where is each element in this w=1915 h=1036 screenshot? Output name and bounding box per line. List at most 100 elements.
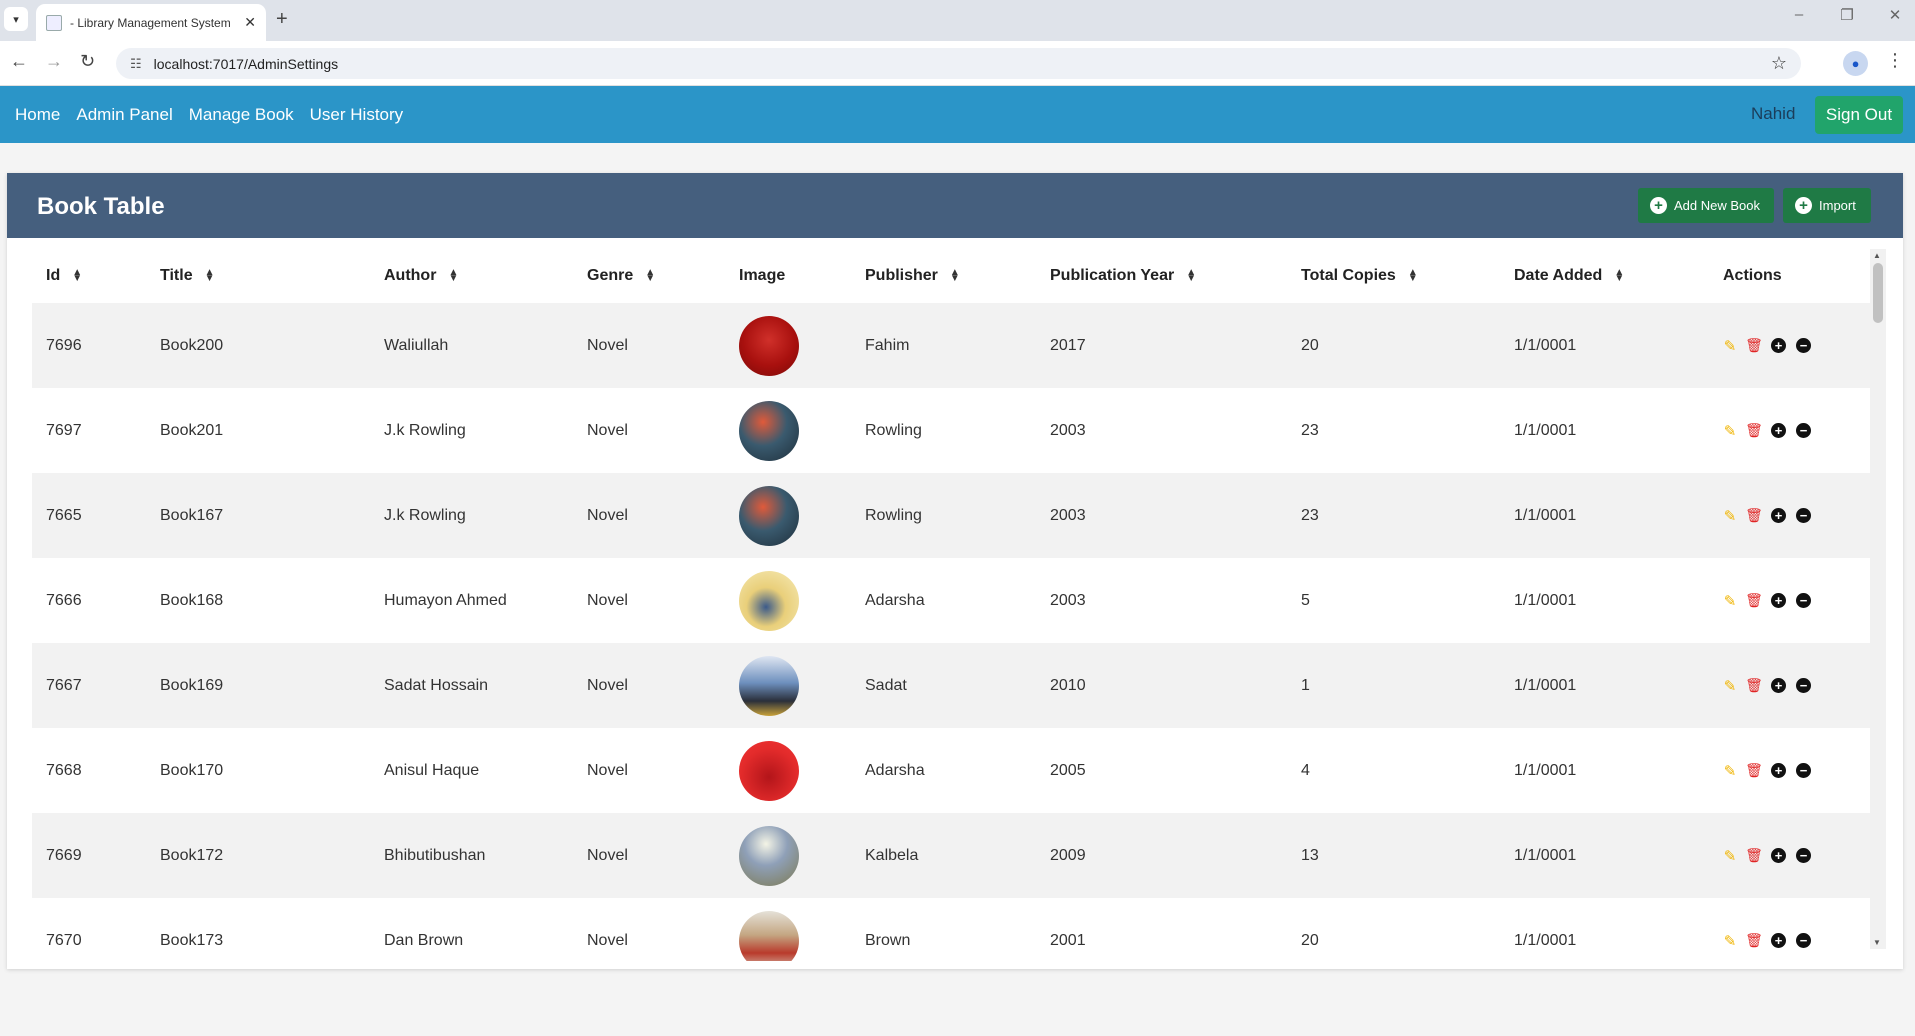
col-header-id[interactable]: Id ▲ ▼ — [32, 249, 146, 303]
delete-icon[interactable]: 🗑 — [1745, 337, 1763, 353]
edit-icon[interactable]: ✎ — [1723, 933, 1737, 950]
add-copy-icon[interactable]: + — [1771, 848, 1786, 863]
remove-copy-icon[interactable]: − — [1796, 338, 1811, 353]
cell-actions: ✎ 🗑 + − — [1709, 473, 1870, 558]
back-icon[interactable]: ← — [10, 51, 28, 72]
sort-icon[interactable]: ▲ ▼ — [1614, 267, 1624, 283]
nav-admin-panel[interactable]: Admin Panel — [76, 105, 172, 125]
cell-image — [725, 728, 851, 813]
add-copy-icon[interactable]: + — [1771, 338, 1786, 353]
edit-icon[interactable]: ✎ — [1723, 508, 1737, 525]
cell-year: 2009 — [1036, 813, 1287, 898]
site-settings-icon[interactable]: ☷ — [130, 56, 142, 72]
page-favicon-icon — [46, 14, 62, 31]
sort-icon[interactable]: ▲ ▼ — [72, 267, 82, 283]
nav-manage-book[interactable]: Manage Book — [189, 105, 294, 125]
cell-id: 7670 — [46, 931, 82, 949]
cell-id: 7696 — [32, 303, 146, 388]
remove-copy-icon[interactable]: − — [1796, 763, 1811, 778]
col-header-publisher[interactable]: Publisher ▲ ▼ — [851, 249, 1036, 303]
cell-actions: ✎ 🗑 + − — [1709, 728, 1870, 813]
delete-icon[interactable]: 🗑 — [1745, 677, 1763, 693]
delete-icon[interactable]: 🗑 — [1745, 932, 1763, 948]
cell-author: J.k Rowling — [384, 421, 466, 439]
browser-menu-icon[interactable]: ⋮ — [1886, 50, 1904, 71]
vertical-scrollbar[interactable]: ▲ ▼ — [1870, 249, 1886, 949]
scrollbar-thumb[interactable] — [1873, 263, 1883, 323]
minimize-button[interactable]: – — [1789, 6, 1809, 24]
browser-tab[interactable]: - Library Management System ✕ — [36, 4, 266, 41]
col-header-total-copies[interactable]: Total Copies ▲ ▼ — [1287, 249, 1500, 303]
remove-copy-icon[interactable]: − — [1796, 933, 1811, 948]
import-label: Import — [1819, 198, 1856, 213]
add-copy-icon[interactable]: + — [1771, 593, 1786, 608]
reload-icon[interactable]: ↻ — [80, 51, 95, 72]
sort-icon[interactable]: ▲ ▼ — [448, 267, 458, 283]
remove-copy-icon[interactable]: − — [1796, 678, 1811, 693]
sign-out-button[interactable]: Sign Out — [1815, 96, 1903, 134]
delete-icon[interactable]: 🗑 — [1745, 847, 1763, 863]
nav-user-history[interactable]: User History — [310, 105, 404, 125]
add-copy-icon[interactable]: + — [1771, 763, 1786, 778]
tab-search-icon[interactable]: ▾ — [4, 7, 28, 31]
add-copy-icon[interactable]: + — [1771, 423, 1786, 438]
scroll-down-icon[interactable]: ▼ — [1873, 938, 1881, 947]
col-header-genre[interactable]: Genre ▲ ▼ — [573, 249, 725, 303]
sort-icon[interactable]: ▲ ▼ — [1186, 267, 1196, 283]
edit-icon[interactable]: ✎ — [1723, 338, 1737, 355]
url-text[interactable]: localhost:7017/AdminSettings — [154, 56, 1771, 72]
edit-icon[interactable]: ✎ — [1723, 848, 1737, 865]
remove-copy-icon[interactable]: − — [1796, 593, 1811, 608]
cell-year: 2005 — [1050, 761, 1086, 779]
book-table-container: Id ▲ ▼ Title ▲ ▼ Author ▲ ▼ Genre ▲ ▼ Image Publ… — [32, 249, 1870, 961]
scroll-up-icon[interactable]: ▲ — [1873, 251, 1881, 260]
book-cover-image — [739, 315, 799, 376]
nav-home[interactable]: Home — [15, 105, 60, 125]
add-copy-icon[interactable]: + — [1771, 678, 1786, 693]
table-row: 7667 Book169 Sadat Hossain Novel Sadat 2010 1 1… — [32, 643, 1870, 728]
remove-copy-icon[interactable]: − — [1796, 423, 1811, 438]
import-button[interactable]: + Import — [1783, 188, 1871, 223]
delete-icon[interactable]: 🗑 — [1745, 592, 1763, 608]
sort-icon[interactable]: ▲ ▼ — [1408, 267, 1418, 283]
bookmark-star-icon[interactable]: ☆ — [1771, 53, 1787, 74]
table-row: 7670 Book173 Dan Brown Novel Brown 2001 20 1/1/… — [32, 898, 1870, 961]
add-new-book-button[interactable]: + Add New Book — [1638, 188, 1774, 223]
add-copy-icon[interactable]: + — [1771, 508, 1786, 523]
profile-icon[interactable]: ● — [1843, 51, 1868, 76]
tab-close-icon[interactable]: ✕ — [244, 14, 256, 31]
col-header-author[interactable]: Author ▲ ▼ — [370, 249, 573, 303]
book-cover-image — [739, 740, 799, 801]
delete-icon[interactable]: 🗑 — [1745, 422, 1763, 438]
restore-button[interactable]: ❐ — [1837, 6, 1857, 24]
cell-actions: ✎ 🗑 + − — [1709, 643, 1870, 728]
cell-date: 1/1/0001 — [1500, 303, 1709, 388]
edit-icon[interactable]: ✎ — [1723, 593, 1737, 610]
remove-copy-icon[interactable]: − — [1796, 848, 1811, 863]
table-row: 7665 Book167 J.k Rowling Novel Rowling 2003 23… — [32, 473, 1870, 558]
col-header-publication-year[interactable]: Publication Year ▲ ▼ — [1036, 249, 1287, 303]
edit-icon[interactable]: ✎ — [1723, 423, 1737, 440]
close-window-button[interactable]: ✕ — [1885, 6, 1905, 24]
edit-icon[interactable]: ✎ — [1723, 678, 1737, 695]
delete-icon[interactable]: 🗑 — [1745, 507, 1763, 523]
remove-copy-icon[interactable]: − — [1796, 508, 1811, 523]
cell-image — [725, 473, 851, 558]
cell-author: J.k Rowling — [370, 473, 573, 558]
sort-icon[interactable]: ▲ ▼ — [205, 267, 215, 283]
sort-icon[interactable]: ▲ ▼ — [645, 267, 655, 283]
col-header-title[interactable]: Title ▲ ▼ — [146, 249, 370, 303]
table-row: 7697 Book201 J.k Rowling Novel Rowling 2003 23… — [32, 388, 1870, 473]
cell-date: 1/1/0001 — [1514, 761, 1577, 779]
sort-icon[interactable]: ▲ ▼ — [950, 267, 960, 283]
delete-icon[interactable]: 🗑 — [1745, 762, 1763, 778]
new-tab-button[interactable]: + — [276, 8, 288, 31]
cell-image — [725, 303, 851, 388]
col-header-date-added[interactable]: Date Added ▲ ▼ — [1500, 249, 1709, 303]
add-copy-icon[interactable]: + — [1771, 933, 1786, 948]
forward-icon[interactable]: → — [45, 51, 63, 72]
cell-copies: 20 — [1287, 303, 1500, 388]
edit-icon[interactable]: ✎ — [1723, 763, 1737, 780]
address-bar[interactable]: ☷ localhost:7017/AdminSettings ☆ — [116, 48, 1801, 79]
row-actions: ✎ 🗑 + − — [1723, 337, 1870, 355]
